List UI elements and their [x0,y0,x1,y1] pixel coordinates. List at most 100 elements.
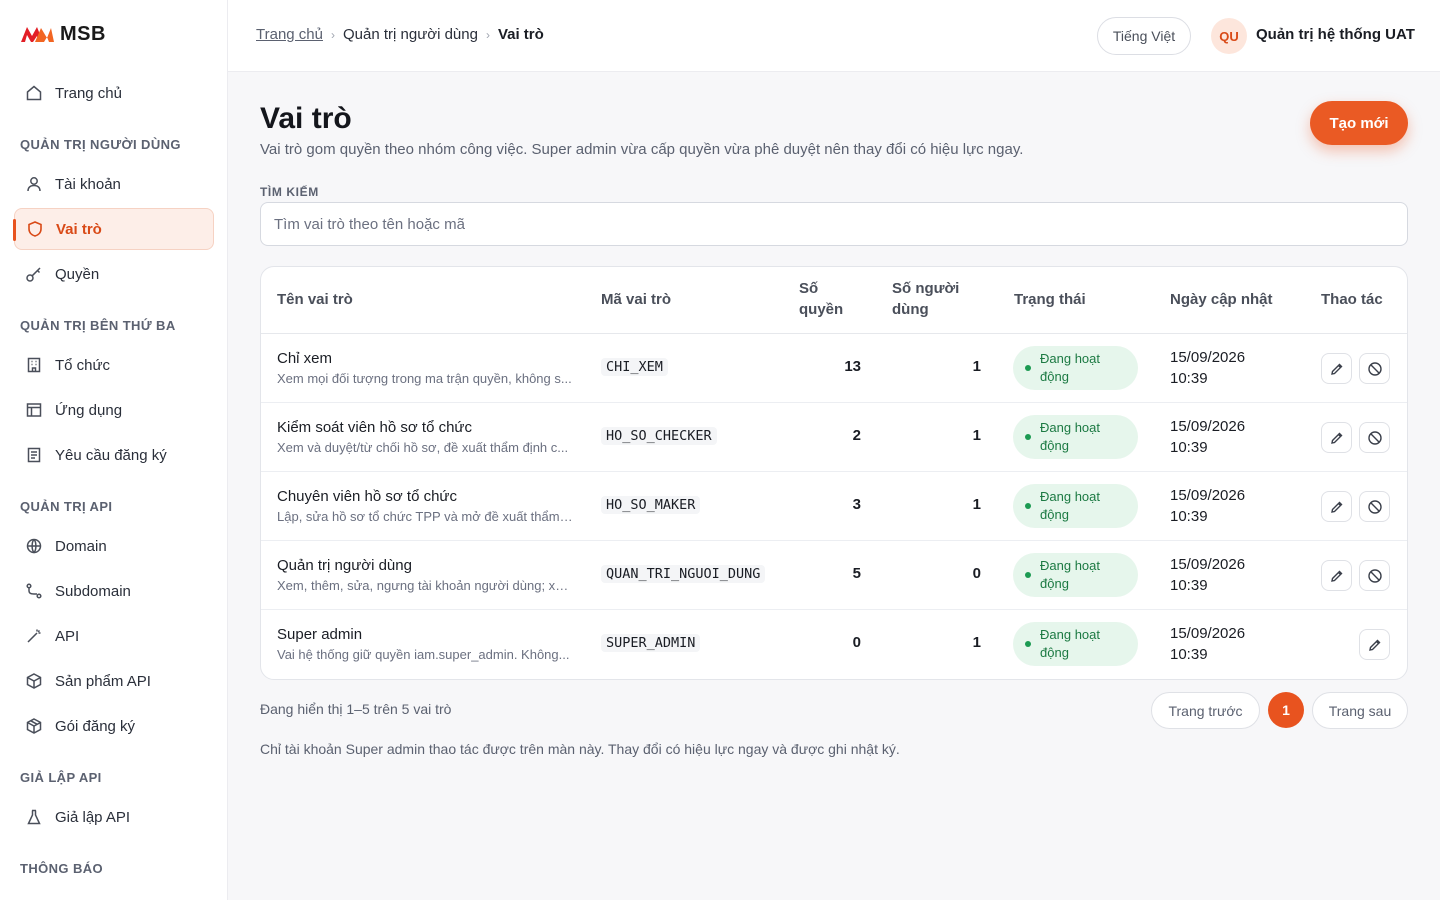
permission-count: 13 [844,358,861,375]
permission-count: 2 [852,427,861,444]
column-header-actions: Thao tác [1321,291,1383,308]
edit-button[interactable] [1321,353,1352,384]
status-dot-icon [1025,641,1031,647]
role-code: HO_SO_CHECKER [601,427,717,445]
table-row[interactable]: Kiểm soát viên hồ sơ tổ chức Xem và duyệ… [261,403,1407,472]
sidebar-item-registration-requests[interactable]: Yêu cầu đăng ký [14,434,214,476]
create-new-button[interactable]: Tạo mới [1310,101,1408,145]
section-title-notifications: THÔNG BÁO [20,861,104,876]
sidebar-item-subscription-plans[interactable]: Gói đăng ký [14,705,214,747]
box-icon [25,717,43,735]
disable-button[interactable] [1359,491,1390,522]
status-dot-icon [1025,365,1031,371]
breadcrumb-home-link[interactable]: Trang chủ [256,26,323,43]
section-title-api-admin: QUẢN TRỊ API [20,499,113,514]
disable-button[interactable] [1359,422,1390,453]
edit-button[interactable] [1321,491,1352,522]
brand-logo[interactable]: MSB [20,22,106,46]
sidebar-item-domain[interactable]: Domain [14,525,214,567]
sidebar-item-applications[interactable]: Ứng dụng [14,389,214,431]
section-title-third-party: QUẢN TRỊ BÊN THỨ BA [20,318,176,333]
sidebar-item-home[interactable]: Trang chủ [14,72,214,114]
sidebar-item-subdomain[interactable]: Subdomain [14,570,214,612]
column-header-permissions: Số quyền [799,278,843,320]
status-text-line2: động [1040,576,1069,591]
edit-button[interactable] [1359,629,1390,660]
sidebar-item-label: Sản phẩm API [55,672,151,690]
table-row[interactable]: Chỉ xem Xem mọi đối tượng trong ma trận … [261,334,1407,403]
sidebar-item-api[interactable]: API [14,615,214,657]
status-text-line1: Đang hoạt [1040,489,1100,504]
avatar[interactable]: QU [1211,18,1247,54]
building-icon [25,356,43,374]
status-dot-icon [1025,434,1031,440]
next-page-button[interactable]: Trang sau [1312,692,1408,729]
updated-date-time: 10:39 [1170,646,1208,663]
sidebar-item-label: Yêu cầu đăng ký [55,446,167,464]
sidebar-item-organizations[interactable]: Tổ chức [14,344,214,386]
breadcrumb: Trang chủ › Quản trị người dùng › Vai tr… [256,26,544,43]
search-input[interactable] [260,202,1408,246]
sidebar-item-label: Tổ chức [55,356,111,374]
ban-icon [1367,499,1382,514]
updated-date-day: 15/09/2026 [1170,556,1246,573]
column-header-name: Tên vai trò [277,291,353,308]
role-name: Chuyên viên hồ sơ tổ chức [277,488,457,505]
brand-name: MSB [60,22,106,45]
sidebar-item-permissions[interactable]: Quyền [14,253,214,295]
sidebar-item-label: Domain [55,537,107,555]
prev-page-button[interactable]: Trang trước [1151,692,1260,729]
status-dot-icon [1025,572,1031,578]
sidebar-item-label: Trang chủ [55,84,122,102]
status-text-line1: Đang hoạt [1040,558,1100,573]
table-row[interactable]: Quản trị người dùng Xem, thêm, sửa, ngưn… [261,541,1407,610]
status-text-line1: Đang hoạt [1040,351,1100,366]
section-title-api-mock: GIẢ LẬP API [20,770,102,785]
status-badge: Đang hoạt động [1013,622,1138,666]
updated-date-day: 15/09/2026 [1170,349,1246,366]
pencil-icon [1330,432,1342,444]
page-number-button[interactable]: 1 [1268,692,1304,728]
user-count: 1 [972,496,981,513]
table-row[interactable]: Chuyên viên hồ sơ tổ chức Lập, sửa hồ sơ… [261,472,1407,541]
sidebar-item-api-mock[interactable]: Giả lập API [14,796,214,838]
sidebar-item-label: API [55,627,80,645]
sidebar-item-accounts[interactable]: Tài khoản [14,163,214,205]
status-text-line1: Đang hoạt [1040,420,1100,435]
column-header-users-line2: dùng [892,301,929,318]
column-header-users: Số người dùng [892,278,959,320]
permission-count: 3 [852,496,861,513]
sidebar-item-roles[interactable]: Vai trò [13,208,214,250]
chevron-right-icon: › [485,27,490,42]
disable-button[interactable] [1359,353,1390,384]
pencil-icon [1368,639,1380,651]
search-label: TÌM KIẾM [260,185,319,199]
user-name[interactable]: Quản trị hệ thống UAT [1256,26,1415,43]
role-description: Xem mọi đối tượng trong ma trận quyền, k… [277,371,572,386]
sidebar-item-api-products[interactable]: Sản phẩm API [14,660,214,702]
globe-icon [25,537,43,555]
sidebar: MSB Trang chủ QUẢN TRỊ NGƯỜI DÙNG Tài kh… [0,0,228,900]
user-count: 1 [972,358,981,375]
chevron-right-icon: › [330,27,335,42]
role-name: Kiểm soát viên hồ sơ tổ chức [277,419,472,436]
sidebar-item-label: Subdomain [55,582,131,600]
edit-button[interactable] [1321,422,1352,453]
route-icon [25,582,43,600]
edit-button[interactable] [1321,560,1352,591]
status-text-line2: động [1040,507,1069,522]
ban-icon [1367,430,1382,445]
status-badge: Đang hoạt động [1013,553,1138,597]
updated-date: 15/09/2026 10:39 [1170,347,1245,389]
sidebar-item-label: Ứng dụng [55,401,123,419]
package-icon [25,672,43,690]
sidebar-item-label: Gói đăng ký [55,717,136,735]
language-button[interactable]: Tiếng Việt [1097,17,1191,55]
role-code: HO_SO_MAKER [601,496,701,514]
pencil-icon [1330,363,1342,375]
disable-button[interactable] [1359,560,1390,591]
table-row[interactable]: Super admin Vai hệ thống giữ quyền iam.s… [261,610,1407,679]
updated-date: 15/09/2026 10:39 [1170,623,1245,665]
ban-icon [1367,568,1382,583]
user-count: 1 [972,427,981,444]
